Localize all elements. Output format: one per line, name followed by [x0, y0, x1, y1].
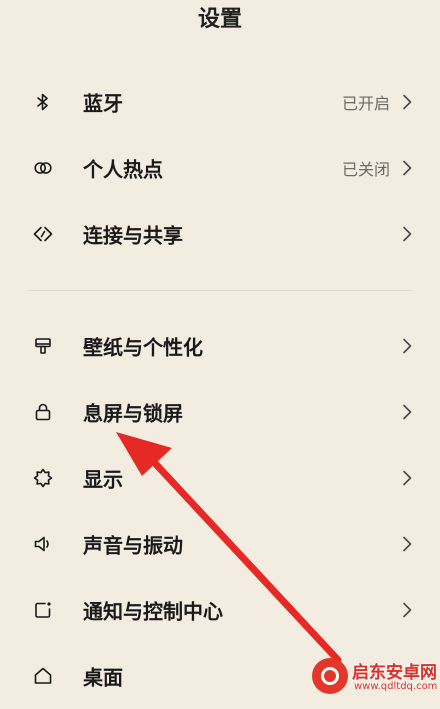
- lock-icon: [32, 401, 54, 423]
- watermark-logo: 启东安卓网 www.qdltdq.com: [312, 654, 440, 700]
- settings-item-wallpaper[interactable]: 壁纸与个性化: [0, 313, 440, 379]
- chevron-right-icon: [402, 470, 412, 486]
- settings-item-hotspot[interactable]: 个人热点 已关闭: [0, 135, 440, 201]
- section-divider: [28, 290, 412, 291]
- settings-item-lockscreen[interactable]: 息屏与锁屏: [0, 379, 440, 445]
- sun-icon: [32, 467, 54, 489]
- settings-item-bluetooth[interactable]: 蓝牙 已开启: [0, 69, 440, 135]
- hotspot-status: 已关闭: [341, 160, 390, 179]
- settings-item-notifications[interactable]: 通知与控制中心: [0, 577, 440, 643]
- settings-item-label: 连接与共享: [83, 223, 183, 248]
- settings-item-label: 声音与振动: [83, 533, 183, 558]
- settings-item-connection-sharing[interactable]: 连接与共享: [0, 201, 440, 267]
- settings-item-label: 显示: [83, 467, 123, 492]
- watermark-badge-icon: [312, 658, 348, 694]
- bluetooth-status: 已开启: [341, 94, 390, 113]
- settings-item-label: 通知与控制中心: [83, 599, 223, 624]
- chevron-right-icon: [402, 338, 412, 354]
- settings-item-label: 个人热点: [83, 157, 163, 182]
- chevron-right-icon: [402, 94, 412, 110]
- settings-item-label: 息屏与锁屏: [83, 401, 183, 426]
- page-title: 设置: [197, 7, 242, 32]
- chevron-right-icon: [402, 404, 412, 420]
- chevron-right-icon: [402, 160, 412, 176]
- speaker-icon: [32, 533, 54, 555]
- paint-brush-icon: [32, 335, 54, 357]
- home-icon: [32, 665, 54, 687]
- chevron-right-icon: [402, 536, 412, 552]
- chevron-right-icon: [402, 226, 412, 242]
- settings-item-label: 桌面: [83, 665, 123, 690]
- connectivity-group: 蓝牙 已开启 个人热点 已关闭 连接与共享: [0, 69, 440, 267]
- personalization-group: 壁纸与个性化 息屏与锁屏 显示 声音与振动 通知与控制中心 桌面: [0, 313, 440, 709]
- chevron-right-icon: [402, 602, 412, 618]
- settings-item-label: 蓝牙: [83, 91, 123, 116]
- bluetooth-icon: [32, 91, 54, 113]
- settings-item-label: 壁纸与个性化: [83, 335, 203, 360]
- notification-icon: [32, 599, 54, 621]
- settings-item-sound[interactable]: 声音与振动: [0, 511, 440, 577]
- watermark-title: 启东安卓网: [352, 663, 437, 683]
- settings-item-display[interactable]: 显示: [0, 445, 440, 511]
- watermark-url: www.qdltdq.com: [354, 681, 438, 692]
- share-connect-icon: [32, 223, 54, 245]
- hotspot-icon: [32, 157, 54, 179]
